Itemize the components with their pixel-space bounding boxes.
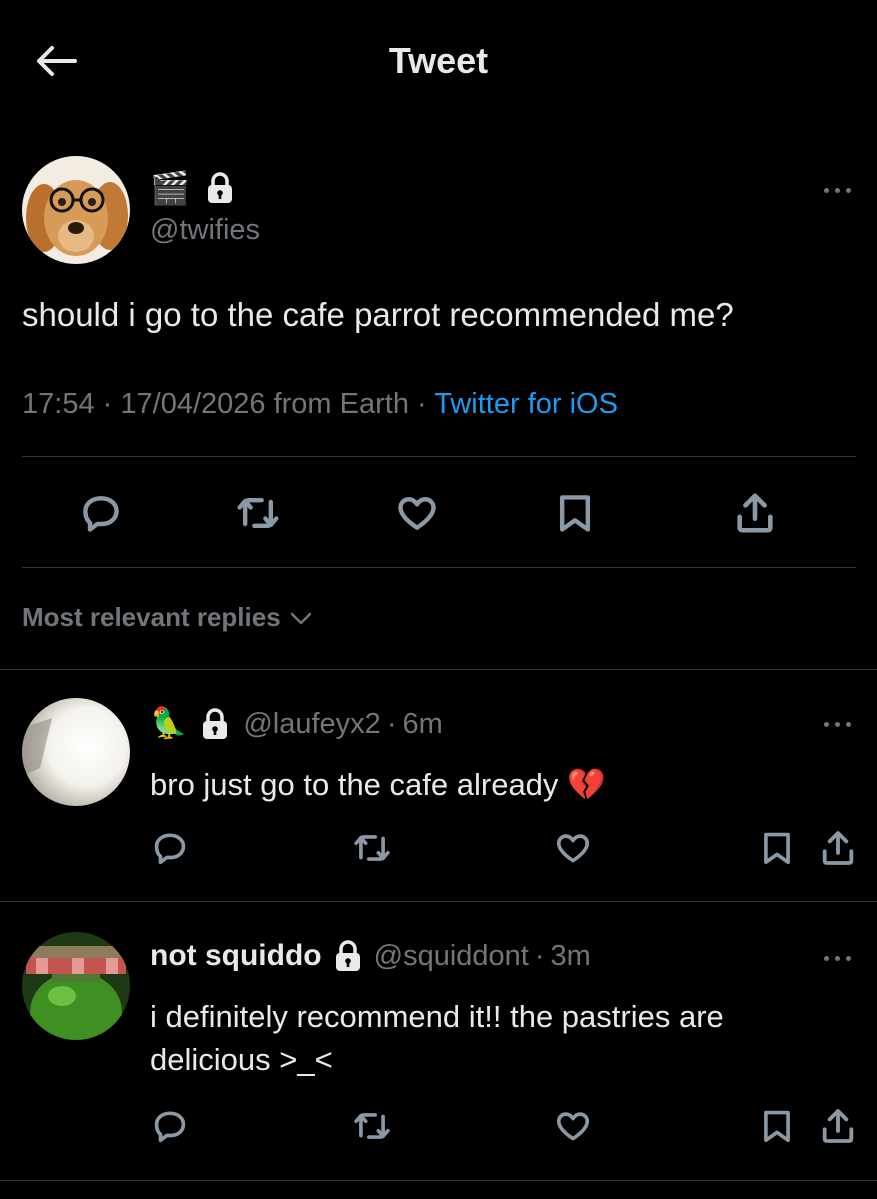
retweet-button[interactable] [350,826,394,870]
divider [0,1180,877,1181]
tweet-location: from Earth [273,388,409,420]
reply-handle[interactable]: @laufeyx2 [243,708,380,741]
replies-sort-dropdown[interactable]: Most relevant replies [22,602,313,633]
divider [0,669,877,670]
like-icon [398,497,436,530]
retweet-icon [237,497,279,529]
author-handle[interactable]: @twifies [150,214,260,247]
retweet-icon [354,835,390,861]
reply-time: 3m [550,939,591,972]
share-button[interactable] [727,485,783,541]
author-name-row: 🎬 [150,170,234,206]
reply-avatar[interactable] [22,932,130,1040]
divider [0,901,877,902]
reply-header: not squiddo @squiddont · 3m [150,939,591,973]
more-options-icon[interactable] [818,182,857,199]
like-icon [556,1112,590,1141]
reply-author-name[interactable]: not squiddo [150,939,322,973]
like-icon [556,834,590,863]
retweet-button[interactable] [230,485,286,541]
reply-icon [154,833,186,865]
divider [22,456,856,457]
bookmark-button[interactable] [755,826,799,870]
chevron-down-icon [290,612,311,624]
like-button[interactable] [551,1104,595,1148]
like-button[interactable] [551,826,595,870]
share-icon [822,831,854,865]
more-options-icon[interactable] [818,950,857,967]
share-icon [822,1109,854,1143]
reply-button[interactable] [148,1104,192,1148]
tweet-time: 17:54 [22,388,95,420]
bookmark-icon [764,832,790,865]
tweet-meta: 17:54 · 17/04/2026 from Earth · Twitter … [22,388,618,421]
meta-separator: · [417,388,427,420]
share-button[interactable] [816,826,860,870]
lock-icon [335,940,360,971]
divider [22,567,856,568]
replies-sort-label: Most relevant replies [22,602,281,632]
tweet-date: 17/04/2026 [120,388,266,420]
tweet-text: should i go to the cafe parrot recommend… [22,296,734,333]
lock-icon [207,172,232,203]
more-options-icon[interactable] [818,716,857,733]
lock-icon [203,708,228,739]
reply-text: i definitely recommend it!! the pastries… [150,999,724,1077]
like-button[interactable] [389,485,445,541]
reply-button[interactable] [148,826,192,870]
reply-button[interactable] [73,485,129,541]
bookmark-button[interactable] [547,485,603,541]
reply-header: 🦜 @laufeyx2 · 6m [150,706,443,742]
share-button[interactable] [816,1104,860,1148]
bookmark-button[interactable] [755,1104,799,1148]
clapper-emoji: 🎬 [150,170,190,206]
retweet-button[interactable] [350,1104,394,1148]
author-avatar[interactable] [22,156,130,264]
tweet-source-link[interactable]: Twitter for iOS [434,388,618,420]
reply-text: bro just go to the cafe already 💔 [150,767,606,802]
bookmark-icon [559,495,591,532]
retweet-icon [354,1113,390,1139]
reply-handle[interactable]: @squiddont [374,940,529,973]
page-title: Tweet [388,40,489,81]
share-icon [737,493,773,533]
meta-separator: · [386,707,397,740]
reply-icon [154,1111,186,1143]
reply-time: 6m [402,707,443,740]
top-bar: Tweet [0,0,877,120]
meta-separator: · [102,388,113,420]
reply-icon [83,496,119,532]
reply-avatar[interactable] [22,698,130,806]
parrot-emoji: 🦜 [150,707,188,740]
bookmark-icon [764,1110,790,1143]
meta-separator: · [534,939,545,972]
